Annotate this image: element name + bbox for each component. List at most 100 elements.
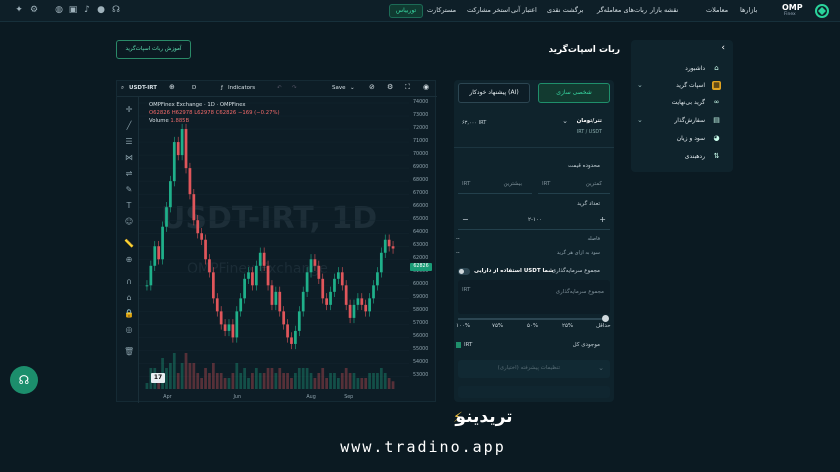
pct-25[interactable]: ۲۵% — [562, 323, 573, 329]
interval-selector[interactable]: D — [192, 85, 196, 91]
pair-selector[interactable]: تتر/تومان ⌄ IRT / USDT ۶۳,۰۰۰ IRT — [454, 112, 614, 148]
volume-bar — [258, 373, 262, 389]
magnet-icon[interactable]: ∩ — [124, 277, 134, 287]
sidebar-item-label: سود و زیان — [676, 135, 705, 142]
headset-icon[interactable]: ☊ — [111, 5, 121, 16]
gear-icon[interactable]: ⚙ — [387, 83, 393, 91]
emoji-icon[interactable]: ☺ — [124, 217, 134, 227]
bell-icon[interactable]: ♪ — [82, 5, 92, 16]
trendline-icon[interactable]: ╱ — [124, 121, 134, 131]
pct-75[interactable]: ۷۵% — [492, 323, 503, 329]
slider-handle[interactable] — [602, 315, 609, 322]
brand-logo[interactable]: OMP Finex — [782, 2, 832, 20]
settings-icon[interactable]: ⚙ — [29, 5, 39, 16]
time-tick: Jun — [233, 395, 242, 400]
minus-icon[interactable]: − — [462, 215, 469, 224]
min-price-input[interactable]: IRT کمترین — [538, 176, 610, 194]
use-usdt-toggle[interactable] — [458, 268, 470, 275]
volume-bar — [239, 373, 243, 389]
symbol-selector[interactable]: USDT-IRT — [129, 85, 157, 91]
volume-bar — [297, 368, 301, 389]
crosshair-icon[interactable]: ✛ — [124, 105, 134, 115]
fib-icon[interactable]: ☰ — [124, 137, 134, 147]
alert-icon[interactable]: ⊘ — [369, 83, 375, 91]
nav-active-tab[interactable]: توربیاس — [389, 4, 423, 18]
sidebar-item-pnl[interactable]: ◕ سود و زیان — [631, 131, 733, 147]
price-tick: 68000 — [413, 178, 429, 184]
nav-credit[interactable]: اعتبار آنی — [511, 6, 537, 14]
tutorial-button[interactable]: آموزش ربات اسپات‌گرید — [116, 40, 191, 59]
price-chart[interactable] — [139, 97, 409, 393]
pattern-icon[interactable]: ⋈ — [124, 153, 134, 163]
candle-body — [333, 278, 336, 292]
text-icon[interactable]: T — [124, 201, 134, 211]
camera-icon[interactable]: ◉ — [423, 83, 429, 91]
nav-mastercard[interactable]: مسترکارت — [427, 6, 456, 14]
grid-count-value: ۲-۱۰۰ — [528, 217, 542, 223]
nav-bots[interactable]: ربات‌های معامله‌گر — [597, 6, 647, 14]
forecast-icon[interactable]: ⇌ — [124, 169, 134, 179]
grid-count-stepper[interactable]: − ۲-۱۰۰ + — [458, 212, 610, 230]
sidebar-item-ranking[interactable]: ⇅ ردهبندی — [631, 149, 733, 165]
nav-cashback[interactable]: برگشت نقدی — [547, 6, 583, 14]
globe-icon[interactable]: ◍ — [54, 5, 64, 16]
top-bar: ✦ ⚙ ◍ ▣ ♪ ● ☊ توربیاس مسترکارت استخر مشا… — [0, 0, 840, 22]
candle-body — [387, 239, 391, 247]
collapse-chevron-icon[interactable]: ‹ — [721, 43, 725, 53]
nav-pool[interactable]: استخر مشارکت — [467, 6, 510, 14]
pct-min[interactable]: حداقل — [596, 323, 611, 329]
investment-input[interactable]: IRT مجموع سرمایه‌گذاری — [458, 280, 610, 314]
brush-icon[interactable]: ✎ — [124, 185, 134, 195]
lock-drawing-icon[interactable]: ⌂ — [124, 293, 134, 303]
sidebar-item-spot-grid[interactable]: ⌄ ▦ اسپات گرید — [631, 78, 733, 94]
chevron-down-icon[interactable]: ⌄ — [350, 85, 355, 91]
drawing-tools: ✛ ╱ ☰ ⋈ ⇌ ✎ T ☺ 📏 ⊕ ∩ ⌂ 🔒 ◎ 🗑 — [117, 97, 139, 403]
ruler-icon[interactable]: 📏 — [124, 239, 134, 249]
candle-body — [219, 311, 223, 325]
wallet-icon[interactable]: ▣ — [68, 5, 78, 16]
candle-body — [258, 252, 262, 266]
lock-icon[interactable]: 🔒 — [124, 309, 134, 319]
tab-ai-suggest[interactable]: پیشنهاد خودکار (AI) — [458, 83, 530, 103]
twitter-icon[interactable]: ✦ — [14, 5, 24, 16]
candle-body — [254, 265, 258, 286]
advanced-settings[interactable]: تنظیمات پیشرفته (اختیاری) ⌄ — [458, 360, 610, 378]
price-tick: 69000 — [413, 165, 429, 171]
fullscreen-icon[interactable]: ⛶ — [405, 83, 410, 92]
sidebar-item-infinity-grid[interactable]: ∞ گرید بی‌نهایت — [631, 95, 733, 111]
plus-icon[interactable]: + — [599, 215, 606, 224]
pct-50[interactable]: ۵۰% — [527, 323, 538, 329]
search-icon[interactable]: ⌕ — [121, 85, 124, 92]
candle-body — [325, 298, 329, 305]
sidebar-item-order[interactable]: ⌄ ▤ سفارش‌گذار — [631, 113, 733, 129]
volume-bar — [348, 373, 352, 389]
trash-icon[interactable]: 🗑 — [124, 347, 134, 357]
sidebar-item-dashboard[interactable]: ⌂ داشبورد — [631, 61, 733, 77]
investment-slider[interactable] — [458, 318, 606, 320]
nav-market-map[interactable]: نقشه بازار — [650, 6, 678, 14]
pct-100[interactable]: ۱۰۰% — [456, 323, 470, 329]
indicators-button[interactable]: Indicators — [228, 85, 255, 91]
candle-body — [368, 298, 371, 312]
zoom-icon[interactable]: ⊕ — [124, 255, 134, 265]
tab-custom[interactable]: شخصی سازی — [538, 83, 610, 103]
support-chat-button[interactable]: ☊ — [10, 366, 38, 394]
nav-trades[interactable]: معاملات — [706, 6, 728, 14]
price-tick: 60000 — [413, 282, 429, 288]
eye-icon[interactable]: ◎ — [124, 325, 134, 335]
save-button[interactable]: Save — [332, 85, 346, 91]
max-price-input[interactable]: IRT بیشترین — [458, 176, 532, 194]
volume-bar — [372, 373, 375, 389]
spacing-label: فاصله — [587, 236, 601, 242]
volume-bar — [317, 373, 321, 389]
nav-markets[interactable]: بازارها — [740, 6, 757, 14]
compare-icon[interactable]: ⊕ — [169, 83, 175, 91]
candle-body — [336, 272, 340, 279]
submit-area[interactable] — [458, 386, 610, 398]
undo-icon[interactable]: ↶ — [277, 85, 282, 91]
redo-icon[interactable]: ↷ — [292, 85, 297, 91]
price-tick: 72000 — [413, 126, 429, 132]
sidebar-item-label: سفارش‌گذار — [674, 117, 705, 124]
legend-ohlc: O62826 H62978 L62978 C62826 −169 (−0.27%… — [149, 110, 280, 116]
user-icon[interactable]: ● — [96, 5, 106, 16]
